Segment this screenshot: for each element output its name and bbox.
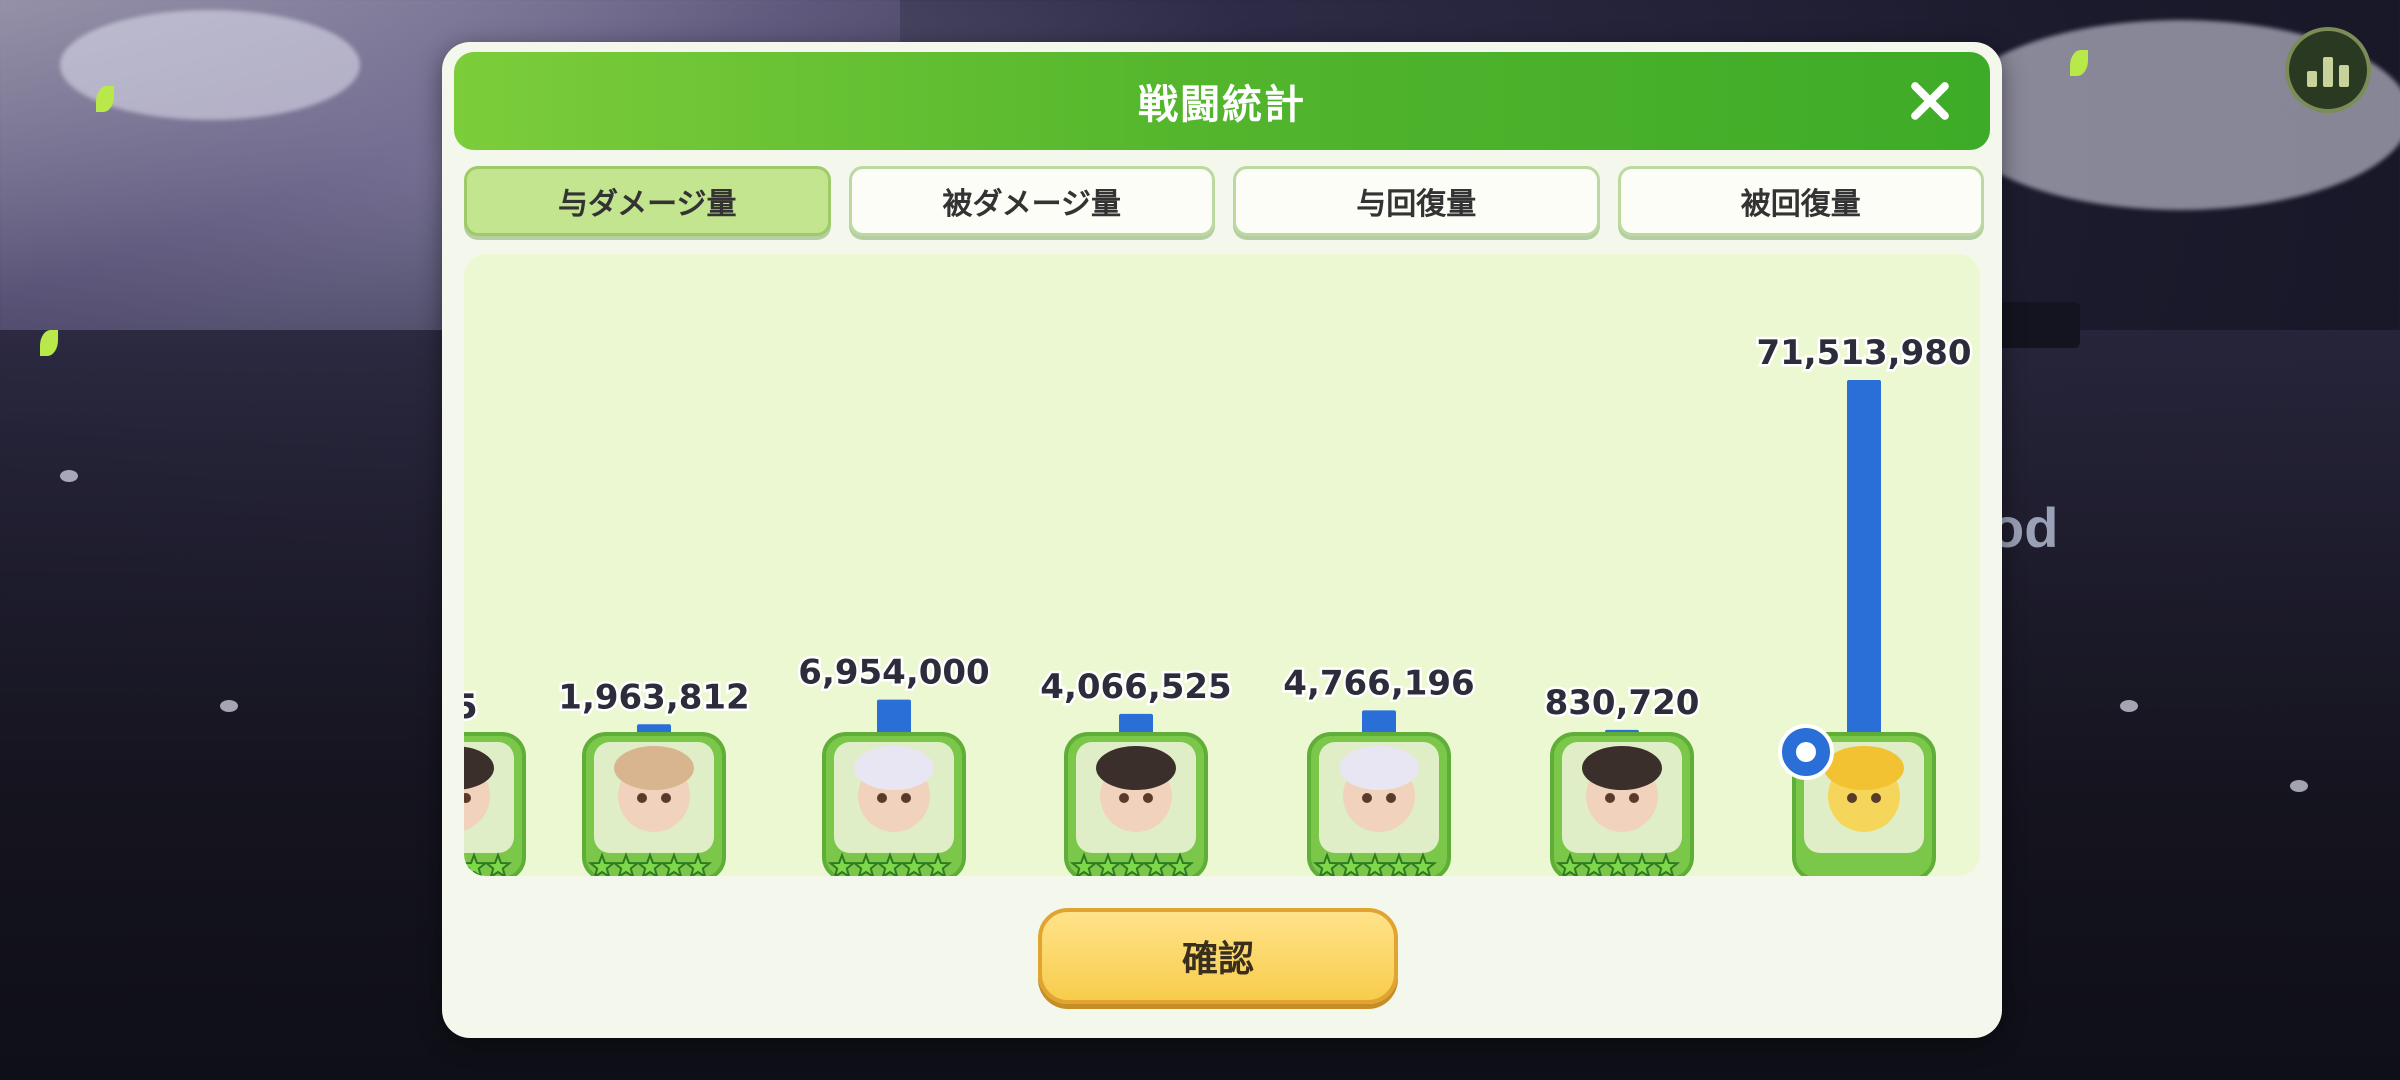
character-eye	[637, 793, 647, 803]
character-hair	[614, 746, 694, 790]
damage-bar	[1362, 710, 1396, 734]
character-eye	[1871, 793, 1881, 803]
leader-badge-mark	[1796, 742, 1816, 762]
flower	[2290, 780, 2308, 792]
character-eye	[1386, 793, 1396, 803]
damage-value-label: 6,954,000	[798, 653, 989, 693]
character-eye	[1629, 793, 1639, 803]
character-eye	[1119, 793, 1129, 803]
damage-bar	[1119, 713, 1153, 734]
character-eye	[1605, 793, 1615, 803]
character-hair	[1582, 746, 1662, 790]
character-eye	[1362, 793, 1372, 803]
character-eye	[661, 793, 671, 803]
damage-value-label: 1,963,812	[558, 677, 749, 717]
character-hair	[1096, 746, 1176, 790]
damage-value-label: 65	[464, 687, 478, 727]
battle-stats-dialog: 戦闘統計 与ダメージ量 被ダメージ量 与回復量 被回復量 65 1,963,812…	[442, 42, 2002, 1038]
flower	[2120, 700, 2138, 712]
dialog-title: 戦闘統計	[1138, 82, 1306, 128]
tab-healing-received[interactable]: 被回復量	[1617, 166, 1984, 236]
flower	[220, 700, 238, 712]
damage-value-label: 830,720	[1545, 683, 1700, 723]
damage-bar	[1847, 380, 1881, 734]
character-hair	[1339, 746, 1419, 790]
tab-damage-taken[interactable]: 被ダメージ量	[848, 166, 1215, 236]
stat-tabs: 与ダメージ量 被ダメージ量 与回復量 被回復量	[464, 166, 1984, 238]
character-eye	[1847, 793, 1857, 803]
damage-value-label: 4,766,196	[1283, 663, 1474, 703]
damage-value-label: 71,513,980	[1756, 333, 1971, 373]
damage-chart-panel: 65 1,963,812 6,954,000 4,066,525 4,766,196 83…	[464, 254, 1980, 876]
close-icon[interactable]	[1904, 76, 1954, 126]
character-eye	[1143, 793, 1153, 803]
character-eye	[877, 793, 887, 803]
background-bar	[1990, 302, 2080, 348]
dialog-header: 戦闘統計	[454, 52, 1990, 150]
bar-chart-icon[interactable]	[2285, 27, 2371, 113]
damage-bar	[877, 699, 911, 734]
confirm-button[interactable]: 確認	[1038, 908, 1398, 1004]
damage-chart: 65 1,963,812 6,954,000 4,066,525 4,766,196 83…	[464, 331, 1974, 876]
damage-value-label: 4,066,525	[1040, 667, 1231, 707]
character-hair	[1824, 746, 1904, 790]
flower	[60, 470, 78, 482]
tab-damage-dealt[interactable]: 与ダメージ量	[464, 166, 831, 236]
tab-healing-done[interactable]: 与回復量	[1233, 166, 1600, 236]
character-hair	[854, 746, 934, 790]
character-eye	[901, 793, 911, 803]
